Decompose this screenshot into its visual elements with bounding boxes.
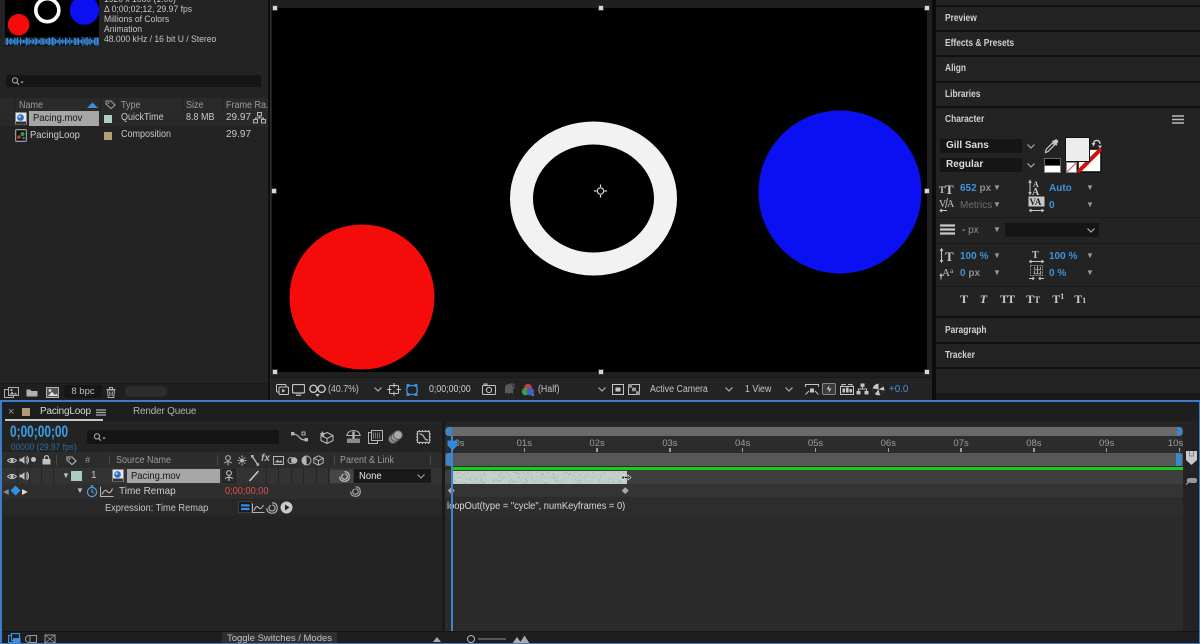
svg-text:A: A [942, 267, 950, 279]
svg-text:T: T [945, 249, 954, 263]
svg-text:A: A [1032, 187, 1040, 196]
svg-text:a: a [950, 267, 954, 275]
svg-text:T: T [945, 182, 954, 195]
svg-text:T: T [1032, 250, 1039, 261]
svg-text:出: 出 [1033, 265, 1042, 276]
svg-text:VA: VA [1030, 197, 1042, 207]
svg-text:A: A [947, 199, 955, 210]
